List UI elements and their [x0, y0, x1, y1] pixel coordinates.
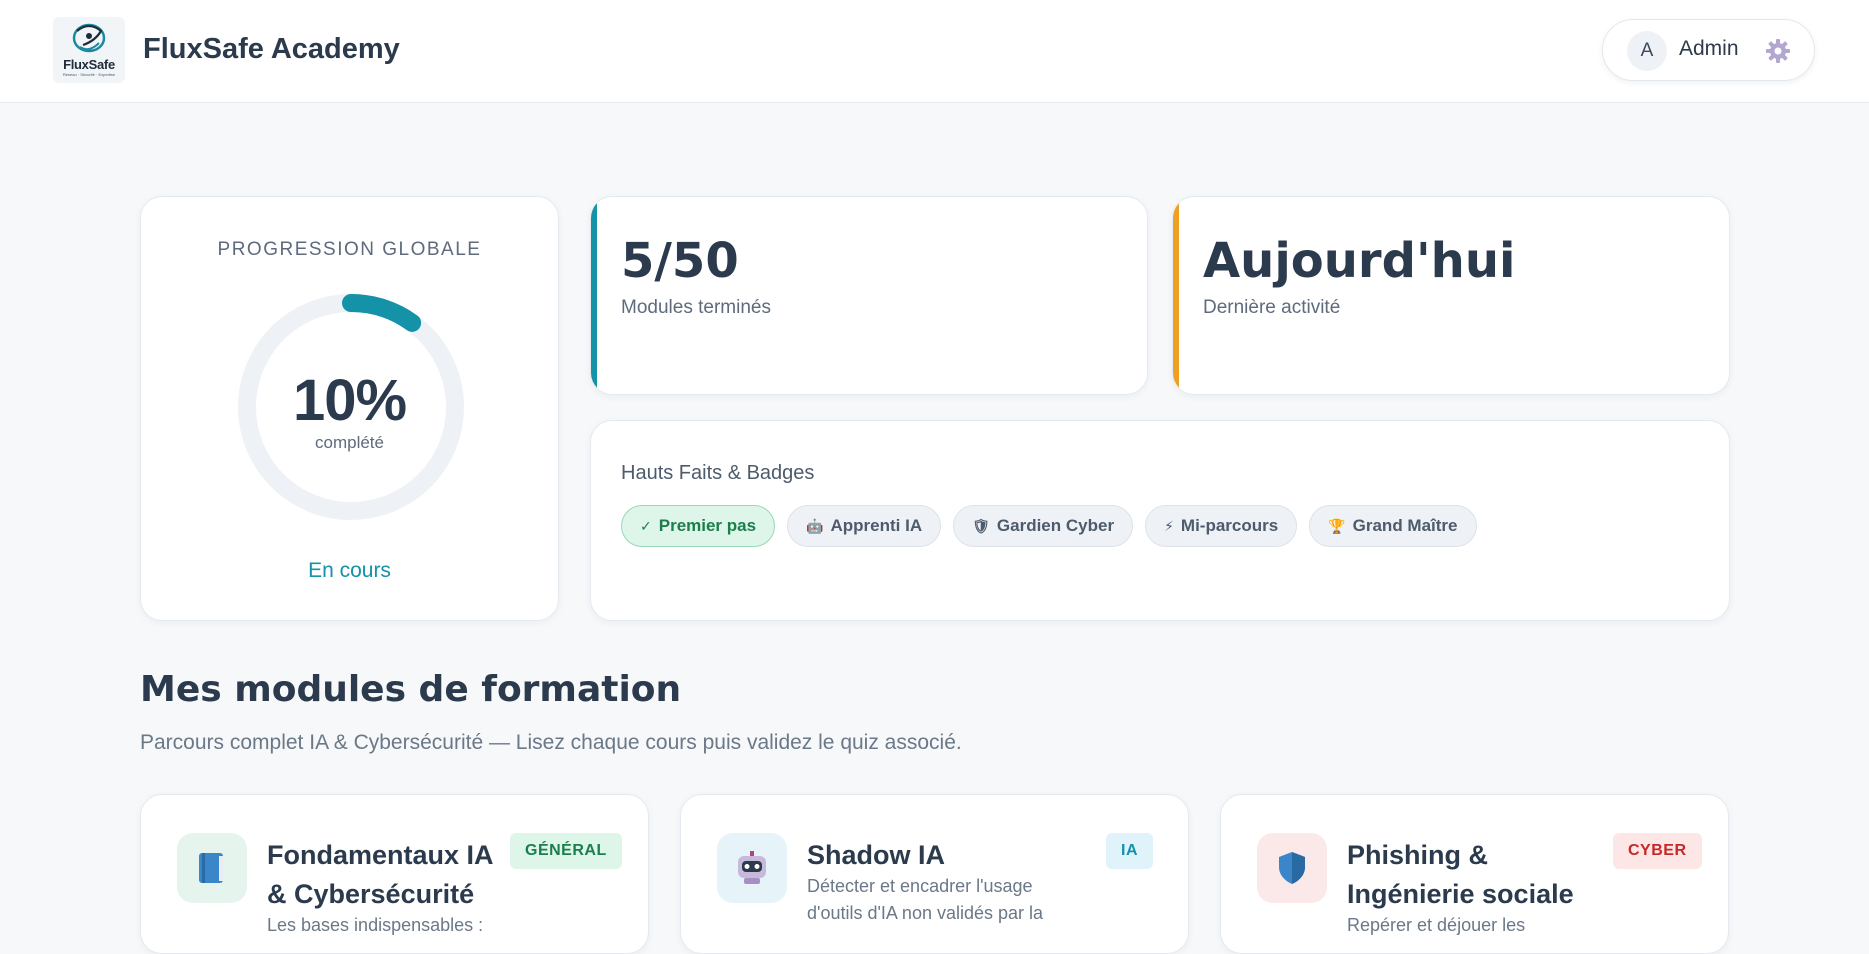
- badge-grand-maitre[interactable]: 🏆 Grand Maître: [1309, 505, 1477, 547]
- badge-mi-parcours[interactable]: ⚡ Mi-parcours: [1145, 505, 1298, 547]
- stat-card-modules: 5/50 Modules terminés: [590, 196, 1148, 395]
- progress-title: PROGRESSION GLOBALE: [217, 239, 482, 260]
- modules-section-subtitle: Parcours complet IA & Cybersécurité — Li…: [140, 731, 962, 754]
- badge-list: ✓ Premier pas 🤖 Apprenti IA 🛡 Gardien Cy…: [621, 505, 1477, 547]
- badge-apprenti-ia[interactable]: 🤖 Apprenti IA: [787, 505, 942, 547]
- modules-section-title: Mes modules de formation: [140, 669, 682, 710]
- progress-status: En cours: [308, 559, 391, 582]
- logo-emblem-icon: [72, 23, 106, 53]
- progress-caption: complété: [315, 433, 384, 452]
- progress-ring-fill: [342, 294, 422, 332]
- module-card-phishing[interactable]: Phishing & Ingénierie sociale Repérer et…: [1220, 794, 1729, 954]
- stat-accent-bar: [1173, 197, 1179, 394]
- badge-label: Gardien Cyber: [996, 516, 1115, 535]
- module-tag: CYBER: [1613, 833, 1702, 869]
- stat-label: Dernière activité: [1203, 297, 1341, 318]
- module-title: Phishing & Ingénierie sociale: [1347, 840, 1574, 909]
- check-icon: ✓: [640, 517, 652, 534]
- badge-label: Mi-parcours: [1180, 516, 1279, 535]
- avatar: A: [1627, 31, 1667, 71]
- book-icon: [199, 853, 224, 883]
- module-icon: [717, 833, 787, 903]
- module-icon: [1257, 833, 1327, 903]
- module-card-fondamentaux[interactable]: Fondamentaux IA & Cybersécurité Les base…: [140, 794, 649, 954]
- module-description: Détecter et encadrer l'usage d'outils d'…: [807, 876, 1044, 923]
- stat-accent-bar: [591, 197, 597, 394]
- logo-wordmark: FluxSafe: [63, 57, 115, 72]
- brand-title: FluxSafe Academy: [143, 33, 400, 65]
- badge-label: Grand Maître: [1352, 516, 1458, 535]
- shield-icon: [1279, 852, 1305, 884]
- badge-label: Premier pas: [658, 516, 757, 535]
- fluxsafe-logo[interactable]: FluxSafe Réseau · Sécurité · Expertise: [53, 17, 125, 83]
- robot-icon: 🤖: [806, 517, 824, 534]
- lightning-icon: ⚡: [1164, 517, 1174, 534]
- trophy-icon: 🏆: [1328, 517, 1346, 534]
- stat-card-last-activity: Aujourd'hui Dernière activité: [1172, 196, 1730, 395]
- badges-title: Hauts Faits & Badges: [621, 462, 815, 484]
- module-card-shadow-ia[interactable]: Shadow IA Détecter et encadrer l'usage d…: [680, 794, 1189, 954]
- module-icon: [177, 833, 247, 903]
- shield-icon: 🛡: [972, 517, 990, 534]
- badge-label: Apprenti IA: [830, 516, 923, 535]
- stat-label: Modules terminés: [621, 297, 771, 318]
- user-name: Admin: [1679, 37, 1739, 60]
- robot-icon: [738, 851, 766, 884]
- module-description: Les bases indispensables :: [267, 915, 484, 935]
- user-menu[interactable]: A Admin: [1602, 19, 1815, 81]
- stat-value: 5/50: [621, 233, 739, 289]
- badge-premier-pas[interactable]: ✓ Premier pas: [621, 505, 776, 547]
- module-tag: IA: [1106, 833, 1153, 869]
- module-description: Repérer et déjouer les: [1347, 915, 1526, 935]
- progress-percent: 10%: [292, 368, 407, 433]
- gear-icon[interactable]: [1765, 38, 1791, 64]
- module-title: Fondamentaux IA & Cybersécurité: [267, 840, 493, 909]
- logo-tagline: Réseau · Sécurité · Expertise: [62, 72, 116, 77]
- stat-value: Aujourd'hui: [1203, 233, 1516, 289]
- module-title: Shadow IA: [807, 840, 946, 870]
- badges-card: Hauts Faits & Badges ✓ Premier pas 🤖 App…: [590, 420, 1730, 621]
- global-progress-card: PROGRESSION GLOBALE 10% complété En cour…: [140, 196, 559, 621]
- top-bar: FluxSafe Réseau · Sécurité · Expertise F…: [0, 0, 1869, 103]
- module-tag: GÉNÉRAL: [510, 833, 622, 869]
- badge-gardien-cyber[interactable]: 🛡 Gardien Cyber: [953, 505, 1134, 547]
